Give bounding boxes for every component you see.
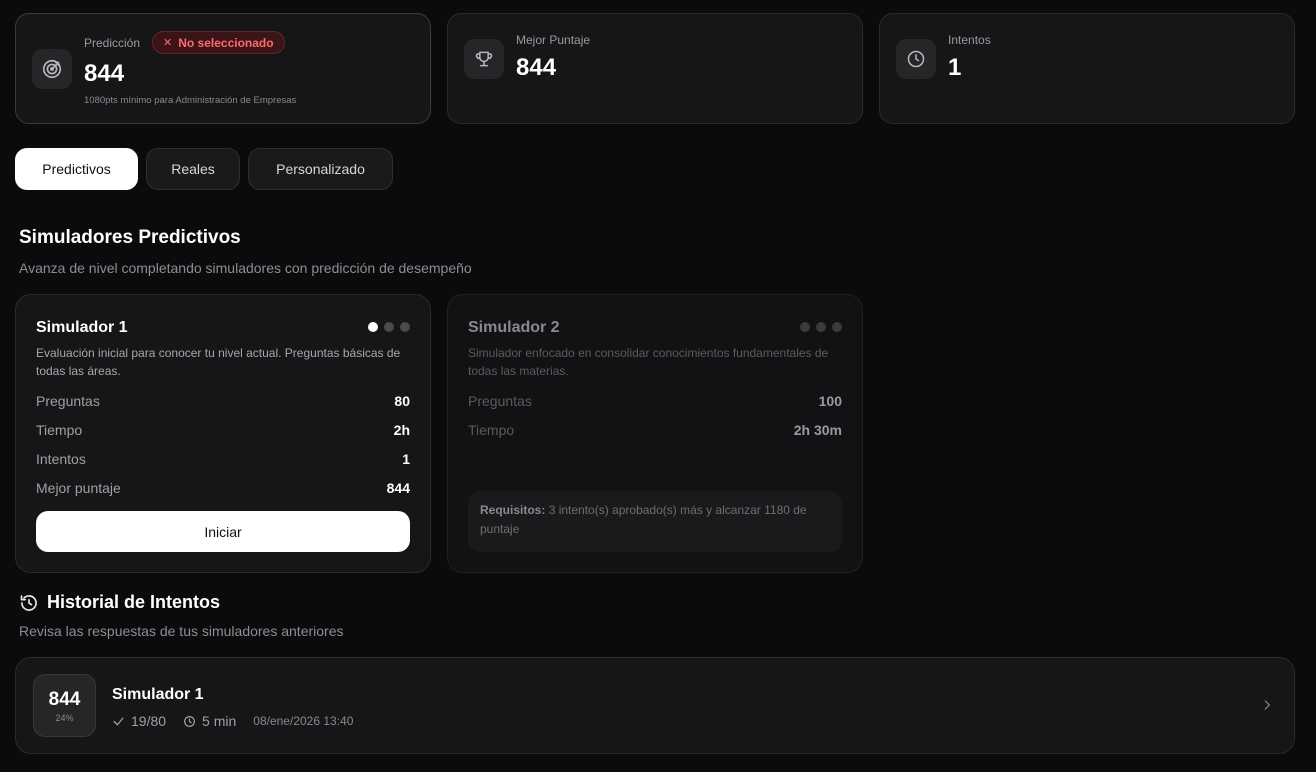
prediction-value: 844 <box>84 60 125 87</box>
row-value: 100 <box>818 393 842 409</box>
level-dot <box>816 322 826 332</box>
level-dot <box>384 322 394 332</box>
history-date: 08/ene/2026 13:40 <box>253 714 354 728</box>
prediction-card[interactable]: Predicción ✕ No seleccionado 844 1080pts… <box>15 13 431 124</box>
chevron-right-icon[interactable] <box>1260 697 1274 718</box>
simulator-row: Preguntas 80 <box>36 393 410 413</box>
history-simulator-name: Simulador 1 <box>112 686 204 703</box>
simulator-card-2: Simulador 2 Simulador enfocado en consol… <box>447 294 863 573</box>
target-icon <box>32 49 72 89</box>
history-icon <box>19 593 39 613</box>
row-label: Tiempo <box>468 422 515 438</box>
row-label: Tiempo <box>36 422 83 438</box>
level-dots <box>368 322 410 332</box>
clock-icon <box>896 39 936 79</box>
history-duration: 5 min <box>202 713 237 729</box>
history-subtitle: Revisa las respuestas de tus simuladores… <box>19 623 344 639</box>
row-value: 2h 30m <box>793 422 842 438</box>
level-dot <box>832 322 842 332</box>
tab-predictivos[interactable]: Predictivos <box>15 148 138 190</box>
row-value: 2h <box>393 422 410 438</box>
level-dot <box>400 322 410 332</box>
level-dot <box>800 322 810 332</box>
attempts-card: Intentos 1 <box>879 13 1295 124</box>
row-label: Preguntas <box>468 393 532 409</box>
simulator-card-1: Simulador 1 Evaluación inicial para cono… <box>15 294 431 573</box>
history-meta: 19/80 5 min 08/ene/2026 13:40 <box>112 713 353 729</box>
simulator-row: Preguntas 100 <box>468 393 842 413</box>
tab-reales[interactable]: Reales <box>146 148 240 190</box>
simulator-title: Simulador 1 <box>36 319 128 336</box>
close-icon: ✕ <box>163 37 173 49</box>
prediction-label: Predicción <box>84 36 141 50</box>
history-title: Historial de Intentos <box>47 592 221 612</box>
simulator-row: Tiempo 2h <box>36 422 410 442</box>
simulator-description: Evaluación inicial para conocer tu nivel… <box>36 346 401 378</box>
not-selected-badge: ✕ No seleccionado <box>152 31 285 54</box>
row-label: Mejor puntaje <box>36 480 121 496</box>
row-label: Intentos <box>36 451 86 467</box>
score-box: 844 24% <box>33 674 96 737</box>
row-label: Preguntas <box>36 393 100 409</box>
badge-text: No seleccionado <box>178 35 274 50</box>
simulator-row: Intentos 1 <box>36 451 410 471</box>
requirements-box: Requisitos: 3 intento(s) aprobado(s) más… <box>468 491 842 552</box>
history-correct: 19/80 <box>131 713 167 729</box>
best-score-label: Mejor Puntaje <box>516 33 591 47</box>
trophy-icon <box>464 39 504 79</box>
row-value: 1 <box>402 451 410 467</box>
row-value: 844 <box>386 480 410 496</box>
history-score: 844 <box>48 688 81 710</box>
simulator-description: Simulador enfocado en consolidar conocim… <box>468 346 829 378</box>
requirements-label: Requisitos: <box>480 503 546 517</box>
row-value: 80 <box>394 393 410 409</box>
simulators-title: Simuladores Predictivos <box>19 227 241 248</box>
level-dots <box>800 322 842 332</box>
history-percent: 24% <box>55 712 74 723</box>
attempts-value: 1 <box>948 54 962 81</box>
simulator-title: Simulador 2 <box>468 319 560 336</box>
attempts-label: Intentos <box>948 33 991 47</box>
level-dot <box>368 322 378 332</box>
simulator-row: Tiempo 2h 30m <box>468 422 842 442</box>
check-icon <box>113 717 124 725</box>
history-item[interactable]: 844 24% Simulador 1 19/80 5 min 08/ene/2… <box>15 657 1295 754</box>
simulators-subtitle: Avanza de nivel completando simuladores … <box>19 260 472 276</box>
best-score-card: Mejor Puntaje 844 <box>447 13 863 124</box>
clock-icon <box>184 715 196 727</box>
simulator-row: Mejor puntaje 844 <box>36 480 410 500</box>
best-score-value: 844 <box>516 54 557 81</box>
prediction-subtext: 1080pts mínimo para Administración de Em… <box>84 95 297 106</box>
tab-personalizado[interactable]: Personalizado <box>248 148 393 190</box>
start-button[interactable]: Iniciar <box>36 511 410 552</box>
